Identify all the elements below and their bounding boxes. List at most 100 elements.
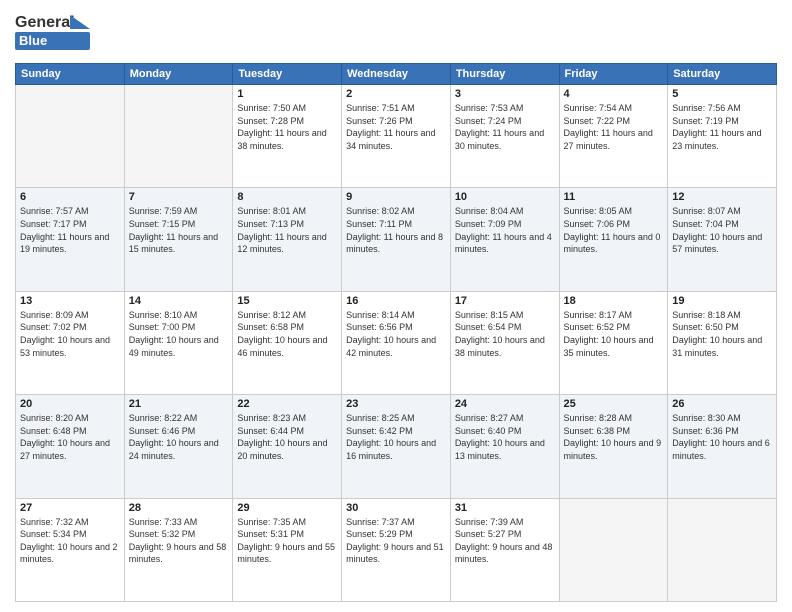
calendar-cell: 23 Sunrise: 8:25 AM Sunset: 6:42 PM Dayli… [342,395,451,498]
day-number: 3 [455,88,555,100]
logo: General Blue [15,10,95,55]
day-info: Sunrise: 7:51 AM Sunset: 7:26 PM Dayligh… [346,102,446,152]
day-number: 18 [564,295,664,307]
day-number: 15 [237,295,337,307]
day-info: Sunrise: 7:59 AM Sunset: 7:15 PM Dayligh… [129,205,229,255]
logo-svg: General Blue [15,10,95,55]
day-info: Sunrise: 7:53 AM Sunset: 7:24 PM Dayligh… [455,102,555,152]
calendar-cell: 5Sunrise: 7:56 AM Sunset: 7:19 PM Daylig… [668,85,777,188]
calendar-cell: 21 Sunrise: 8:22 AM Sunset: 6:46 PM Dayli… [124,395,233,498]
day-info: Sunrise: 7:54 AM Sunset: 7:22 PM Dayligh… [564,102,664,152]
calendar-cell: 24 Sunrise: 8:27 AM Sunset: 6:40 PM Dayli… [450,395,559,498]
calendar-cell: 7 Sunrise: 7:59 AM Sunset: 7:15 PM Daylig… [124,188,233,291]
day-number: 26 [672,398,772,410]
calendar-cell: 1Sunrise: 7:50 AM Sunset: 7:28 PM Daylig… [233,85,342,188]
calendar-header-row: SundayMondayTuesdayWednesdayThursdayFrid… [16,64,777,85]
calendar-cell: 8Sunrise: 8:01 AM Sunset: 7:13 PM Daylig… [233,188,342,291]
day-number: 1 [237,88,337,100]
day-info: Sunrise: 8:18 AM Sunset: 6:50 PM Dayligh… [672,309,772,359]
day-number: 10 [455,191,555,203]
day-info: Sunrise: 7:39 AM Sunset: 5:27 PM Dayligh… [455,516,555,566]
calendar-header-sunday: Sunday [16,64,125,85]
day-number: 12 [672,191,772,203]
day-info: Sunrise: 7:32 AM Sunset: 5:34 PM Dayligh… [20,516,120,566]
calendar-table: SundayMondayTuesdayWednesdayThursdayFrid… [15,63,777,602]
day-info: Sunrise: 7:37 AM Sunset: 5:29 PM Dayligh… [346,516,446,566]
day-info: Sunrise: 7:57 AM Sunset: 7:17 PM Dayligh… [20,205,120,255]
calendar-cell: 6Sunrise: 7:57 AM Sunset: 7:17 PM Daylig… [16,188,125,291]
day-info: Sunrise: 8:05 AM Sunset: 7:06 PM Dayligh… [564,205,664,255]
calendar-header-thursday: Thursday [450,64,559,85]
calendar-cell [668,498,777,601]
day-number: 11 [564,191,664,203]
day-info: Sunrise: 8:20 AM Sunset: 6:48 PM Dayligh… [20,412,120,462]
calendar-cell: 26 Sunrise: 8:30 AM Sunset: 6:36 PM Dayli… [668,395,777,498]
day-number: 13 [20,295,120,307]
day-info: Sunrise: 8:25 AM Sunset: 6:42 PM Dayligh… [346,412,446,462]
day-number: 23 [346,398,446,410]
calendar-header-tuesday: Tuesday [233,64,342,85]
calendar-header-wednesday: Wednesday [342,64,451,85]
day-number: 17 [455,295,555,307]
calendar-cell: 13Sunrise: 8:09 AM Sunset: 7:02 PM Dayli… [16,291,125,394]
day-number: 21 [129,398,229,410]
calendar-week-row: 27Sunrise: 7:32 AM Sunset: 5:34 PM Dayli… [16,498,777,601]
day-info: Sunrise: 8:28 AM Sunset: 6:38 PM Dayligh… [564,412,664,462]
calendar-week-row: 1Sunrise: 7:50 AM Sunset: 7:28 PM Daylig… [16,85,777,188]
day-number: 28 [129,502,229,514]
day-info: Sunrise: 8:30 AM Sunset: 6:36 PM Dayligh… [672,412,772,462]
day-info: Sunrise: 8:02 AM Sunset: 7:11 PM Dayligh… [346,205,446,255]
day-number: 2 [346,88,446,100]
calendar-header-friday: Friday [559,64,668,85]
calendar-cell: 11 Sunrise: 8:05 AM Sunset: 7:06 PM Dayli… [559,188,668,291]
day-number: 20 [20,398,120,410]
day-info: Sunrise: 7:56 AM Sunset: 7:19 PM Dayligh… [672,102,772,152]
day-number: 4 [564,88,664,100]
day-number: 25 [564,398,664,410]
day-number: 30 [346,502,446,514]
calendar-cell: 3 Sunrise: 7:53 AM Sunset: 7:24 PM Daylig… [450,85,559,188]
day-info: Sunrise: 8:12 AM Sunset: 6:58 PM Dayligh… [237,309,337,359]
calendar-cell: 2 Sunrise: 7:51 AM Sunset: 7:26 PM Daylig… [342,85,451,188]
calendar-cell: 15 Sunrise: 8:12 AM Sunset: 6:58 PM Dayli… [233,291,342,394]
day-info: Sunrise: 7:35 AM Sunset: 5:31 PM Dayligh… [237,516,337,566]
day-info: Sunrise: 8:14 AM Sunset: 6:56 PM Dayligh… [346,309,446,359]
calendar-cell: 12 Sunrise: 8:07 AM Sunset: 7:04 PM Dayli… [668,188,777,291]
header: General Blue [15,10,777,55]
calendar-cell: 4 Sunrise: 7:54 AM Sunset: 7:22 PM Daylig… [559,85,668,188]
calendar-cell: 9Sunrise: 8:02 AM Sunset: 7:11 PM Daylig… [342,188,451,291]
calendar-cell: 27Sunrise: 7:32 AM Sunset: 5:34 PM Dayli… [16,498,125,601]
day-info: Sunrise: 7:33 AM Sunset: 5:32 PM Dayligh… [129,516,229,566]
svg-text:General: General [15,14,75,31]
day-number: 7 [129,191,229,203]
calendar-cell [124,85,233,188]
day-number: 29 [237,502,337,514]
day-info: Sunrise: 8:27 AM Sunset: 6:40 PM Dayligh… [455,412,555,462]
calendar-cell: 20 Sunrise: 8:20 AM Sunset: 6:48 PM Dayli… [16,395,125,498]
day-number: 14 [129,295,229,307]
day-info: Sunrise: 8:10 AM Sunset: 7:00 PM Dayligh… [129,309,229,359]
day-info: Sunrise: 8:04 AM Sunset: 7:09 PM Dayligh… [455,205,555,255]
calendar-cell: 25 Sunrise: 8:28 AM Sunset: 6:38 PM Dayli… [559,395,668,498]
calendar-cell: 22Sunrise: 8:23 AM Sunset: 6:44 PM Dayli… [233,395,342,498]
calendar-cell: 30 Sunrise: 7:37 AM Sunset: 5:29 PM Dayli… [342,498,451,601]
day-info: Sunrise: 8:07 AM Sunset: 7:04 PM Dayligh… [672,205,772,255]
calendar-cell: 17Sunrise: 8:15 AM Sunset: 6:54 PM Dayli… [450,291,559,394]
day-number: 31 [455,502,555,514]
day-info: Sunrise: 8:01 AM Sunset: 7:13 PM Dayligh… [237,205,337,255]
calendar-cell: 29 Sunrise: 7:35 AM Sunset: 5:31 PM Dayli… [233,498,342,601]
calendar-cell [559,498,668,601]
calendar-header-saturday: Saturday [668,64,777,85]
day-info: Sunrise: 8:23 AM Sunset: 6:44 PM Dayligh… [237,412,337,462]
page: General Blue SundayMondayTuesdayWednesda… [0,0,792,612]
svg-text:Blue: Blue [19,33,47,48]
calendar-week-row: 6Sunrise: 7:57 AM Sunset: 7:17 PM Daylig… [16,188,777,291]
calendar-cell [16,85,125,188]
day-number: 19 [672,295,772,307]
calendar-cell: 14 Sunrise: 8:10 AM Sunset: 7:00 PM Dayli… [124,291,233,394]
calendar-header-monday: Monday [124,64,233,85]
day-number: 16 [346,295,446,307]
day-number: 24 [455,398,555,410]
day-info: Sunrise: 8:22 AM Sunset: 6:46 PM Dayligh… [129,412,229,462]
calendar-cell: 18Sunrise: 8:17 AM Sunset: 6:52 PM Dayli… [559,291,668,394]
